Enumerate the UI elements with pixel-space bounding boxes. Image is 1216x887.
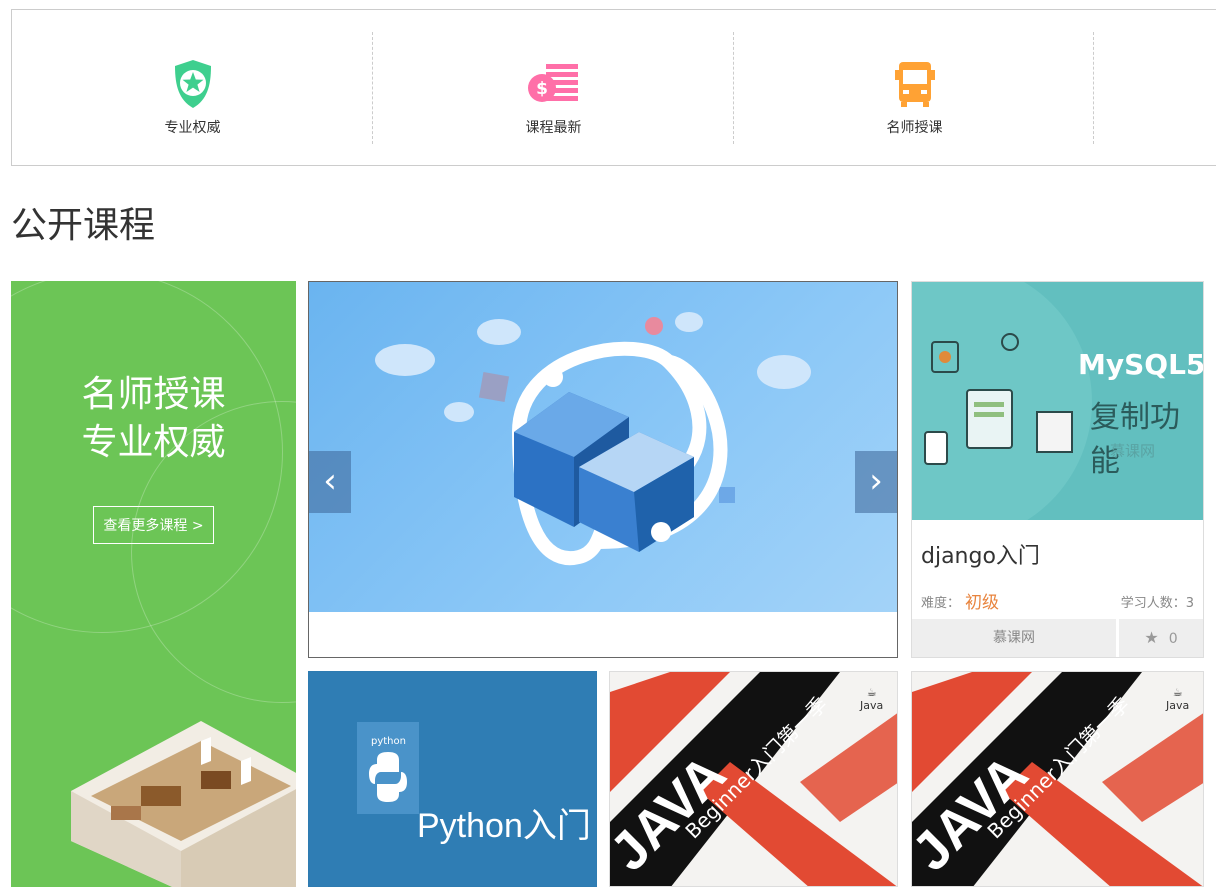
badge-star-icon [174,60,211,108]
course-thumbnail: MySQL5.7 复制功能 慕课网 [912,282,1203,520]
promo-headline: 名师授课 专业权威 [11,371,296,467]
feature-authority: 专业权威 [12,10,373,167]
banner-carousel[interactable]: ‹ › [308,281,898,658]
divider [1093,32,1094,144]
python-logo-tile: python [357,722,419,814]
org-name[interactable]: 慕课网 [912,619,1116,657]
bus-icon [894,62,935,107]
star-icon: ★ [1144,628,1159,647]
feature-latest: $ 课程最新 [373,10,734,167]
course-thumbnail: JAVA Beginner入门第一季 ☕ Java [912,672,1203,886]
promo-line: 专业权威 [81,422,226,463]
java-logo-icon: ☕ Java [1166,686,1190,712]
difficulty-value: 初级 [965,593,999,613]
promo-line: 名师授课 [81,374,226,415]
course-card[interactable]: MySQL5.7 复制功能 慕课网 django入门 难度： 初级 学习人数：3… [911,281,1204,658]
course-thumbnail: python Python入门 [309,672,596,886]
learners-count: 学习人数：3 [1120,596,1194,611]
difficulty-label: 难度： [921,596,961,611]
section-title: 公开课程 [11,205,156,246]
course-card[interactable]: JAVA Beginner入门第一季 ☕ Java [609,671,898,887]
promo-panel: 名师授课 专业权威 查看更多课程 > [11,281,296,887]
carousel-next-button[interactable]: › [855,451,897,513]
thumb-title: MySQL5.7 [1078,348,1204,381]
favorite-count: 0 [1168,631,1178,647]
course-title[interactable]: django入门 [921,538,1040,570]
logo-text: Java [860,699,884,712]
house-illustration [71,721,296,887]
carousel-prev-button[interactable]: ‹ [309,451,351,513]
svg-text:$: $ [536,79,548,99]
view-more-courses-button[interactable]: 查看更多课程 > [93,506,214,544]
favorite-box[interactable]: ★ 0 [1119,619,1203,657]
course-card[interactable]: python Python入门 [308,671,597,887]
feature-label: 名师授课 [886,120,943,136]
thumb-title: Python入门 [417,807,591,845]
feature-strip: 专业权威 $ 课程最新 名师授课 [11,9,1216,166]
python-logo-icon [369,752,407,802]
java-logo-icon: ☕ Java [860,686,884,712]
thumb-subtitle: 复制功能 [1090,400,1180,479]
thumb-brand: 慕课网 [1110,442,1156,460]
coin-stack-icon: $ [527,64,578,102]
python-cube-illustration [375,312,811,566]
course-thumbnail: JAVA Beginner入门第一季 ☕ Java [610,672,897,886]
feature-teachers: 名师授课 [734,10,1095,167]
banner-image [309,282,897,612]
feature-label: 课程最新 [525,120,582,136]
course-card[interactable]: JAVA Beginner入门第一季 ☕ Java [911,671,1204,887]
feature-label: 专业权威 [164,120,221,136]
logo-text: Java [1166,699,1190,712]
